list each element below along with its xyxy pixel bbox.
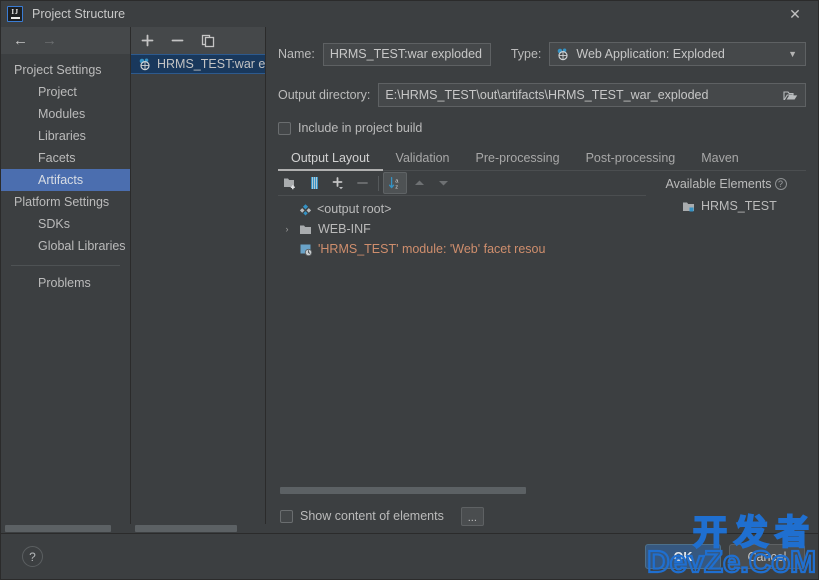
sidebar-item-problems[interactable]: Problems	[1, 272, 130, 294]
toolbar-divider	[378, 175, 379, 191]
show-content-checkbox[interactable]	[280, 509, 293, 523]
sidebar-item-libraries[interactable]: Libraries	[1, 125, 130, 147]
name-label: Name:	[278, 47, 315, 61]
tree-row[interactable]: <output root>	[278, 199, 646, 219]
facet-resource-icon	[299, 243, 313, 256]
tab-validation[interactable]: Validation	[383, 151, 463, 170]
title-bar: IJ Project Structure ✕	[1, 1, 818, 27]
sidebar-item-artifacts[interactable]: Artifacts	[1, 169, 130, 191]
sidebar-group-project-settings: Project Settings	[14, 63, 102, 77]
include-in-build-label[interactable]: Include in project build	[298, 121, 422, 135]
remove-artifact-button[interactable]	[169, 32, 186, 49]
detail-tabs: Output Layout Validation Pre-processing …	[278, 147, 806, 171]
output-layout-tree: <output root> › WEB-INF 'HRMS_TEST' modu…	[278, 196, 646, 499]
available-element-label: HRMS_TEST	[701, 199, 777, 213]
include-in-build-row: Include in project build	[278, 121, 806, 135]
name-input[interactable]: HRMS_TEST:war exploded	[322, 42, 491, 66]
add-copy-of-button[interactable]	[326, 172, 350, 194]
artifact-label: HRMS_TEST:war exploded	[157, 57, 265, 71]
output-directory-input[interactable]: E:\HRMS_TEST\out\artifacts\HRMS_TEST_war…	[378, 83, 806, 107]
artifact-icon	[138, 57, 152, 71]
sidebar-item-project[interactable]: Project	[1, 81, 130, 103]
remove-element-button[interactable]	[350, 172, 374, 194]
move-down-button[interactable]	[431, 172, 455, 194]
output-directory-label: Output directory:	[278, 88, 371, 102]
available-elements-header: Available Elements ?	[646, 171, 806, 196]
artifact-type-icon	[556, 47, 570, 61]
sidebar-item-modules[interactable]: Modules	[1, 103, 130, 125]
settings-sidebar: ← → Project Settings Project Modules Lib…	[1, 27, 131, 533]
tree-label: 'HRMS_TEST' module: 'Web' facet resou	[318, 242, 546, 256]
back-arrow-icon[interactable]: ←	[13, 33, 28, 48]
module-icon	[682, 200, 696, 213]
output-root-icon	[299, 203, 312, 216]
tab-output-layout[interactable]: Output Layout	[278, 151, 383, 171]
cancel-button[interactable]: Cancel	[729, 544, 805, 569]
chevron-down-icon: ▼	[788, 49, 797, 59]
sidebar-divider	[11, 265, 120, 266]
dialog-footer: ? OK Cancel	[1, 533, 818, 579]
sidebar-group-platform-settings: Platform Settings	[14, 195, 110, 209]
svg-text:z: z	[395, 184, 398, 190]
output-directory-row: Output directory: E:\HRMS_TEST\out\artif…	[278, 83, 806, 107]
sidebar-toolbar: ← →	[1, 27, 130, 54]
sidebar-item-sdks[interactable]: SDKs	[1, 213, 130, 235]
output-layout-toolbar: a z	[278, 171, 646, 196]
type-label: Type:	[510, 47, 542, 61]
intellij-idea-icon: IJ	[7, 6, 23, 22]
tab-post-processing[interactable]: Post-processing	[573, 151, 689, 170]
help-icon[interactable]: ?	[774, 177, 787, 190]
tree-hscrollbar[interactable]	[278, 486, 646, 495]
footer-buttons: OK Cancel	[645, 544, 805, 569]
project-structure-dialog: IJ Project Structure ✕ ← → Project Setti…	[0, 0, 819, 580]
tree-twisty[interactable]: ›	[280, 224, 294, 234]
move-up-button[interactable]	[407, 172, 431, 194]
sidebar-items: Project Settings Project Modules Librari…	[1, 54, 130, 533]
tree-label: WEB-INF	[318, 222, 371, 236]
output-directory-value: E:\HRMS_TEST\out\artifacts\HRMS_TEST_war…	[385, 88, 709, 102]
sidebar-item-facets[interactable]: Facets	[1, 147, 130, 169]
sidebar-item-global-libraries[interactable]: Global Libraries	[1, 235, 130, 257]
type-dropdown[interactable]: Web Application: Exploded ▼	[549, 42, 806, 66]
artifact-list-toolbar	[131, 27, 265, 54]
artifact-list-panel: HRMS_TEST:war exploded	[131, 27, 266, 533]
show-content-row: Show content of elements ...	[278, 499, 806, 533]
artifact-items: HRMS_TEST:war exploded	[131, 54, 265, 533]
name-type-row: Name: HRMS_TEST:war exploded Type: Web A…	[278, 42, 806, 66]
add-artifact-button[interactable]	[139, 32, 156, 49]
available-elements-label: Available Elements	[665, 176, 772, 191]
sort-elements-button[interactable]: a z	[383, 172, 407, 194]
artifact-list-hscrollbar[interactable]	[131, 524, 266, 533]
sidebar-hscrollbar[interactable]	[1, 524, 131, 533]
create-archive-button[interactable]	[302, 172, 326, 194]
list-item[interactable]: HRMS_TEST	[646, 196, 806, 216]
close-icon[interactable]: ✕	[772, 1, 818, 27]
available-elements-panel: Available Elements ? HRMS_TEST	[646, 171, 806, 499]
tab-pre-processing[interactable]: Pre-processing	[463, 151, 573, 170]
create-directory-button[interactable]	[278, 172, 302, 194]
include-in-build-checkbox[interactable]	[278, 121, 291, 135]
output-layout-area: a z <output root> › WEB-INF 'HRMS_TEST' …	[278, 171, 806, 499]
folder-icon	[299, 223, 313, 236]
tab-maven[interactable]: Maven	[688, 151, 752, 170]
artifact-detail-pane: Name: HRMS_TEST:war exploded Type: Web A…	[266, 27, 818, 533]
folder-open-icon[interactable]	[777, 85, 804, 106]
help-button[interactable]: ?	[22, 546, 43, 567]
forward-arrow-icon[interactable]: →	[42, 33, 57, 48]
list-item[interactable]: HRMS_TEST:war exploded	[131, 54, 265, 74]
window-title: Project Structure	[32, 7, 126, 21]
more-options-button[interactable]: ...	[460, 506, 484, 526]
tree-label: <output root>	[317, 202, 392, 216]
tree-row[interactable]: 'HRMS_TEST' module: 'Web' facet resou	[278, 239, 646, 259]
dialog-body: ← → Project Settings Project Modules Lib…	[1, 27, 818, 533]
ok-button[interactable]: OK	[645, 544, 721, 569]
copy-artifact-button[interactable]	[199, 32, 216, 49]
tree-row[interactable]: › WEB-INF	[278, 219, 646, 239]
show-content-label[interactable]: Show content of elements	[300, 509, 444, 523]
output-layout-tree-panel: a z <output root> › WEB-INF 'HRMS_TEST' …	[278, 171, 646, 499]
type-value: Web Application: Exploded	[576, 47, 725, 61]
